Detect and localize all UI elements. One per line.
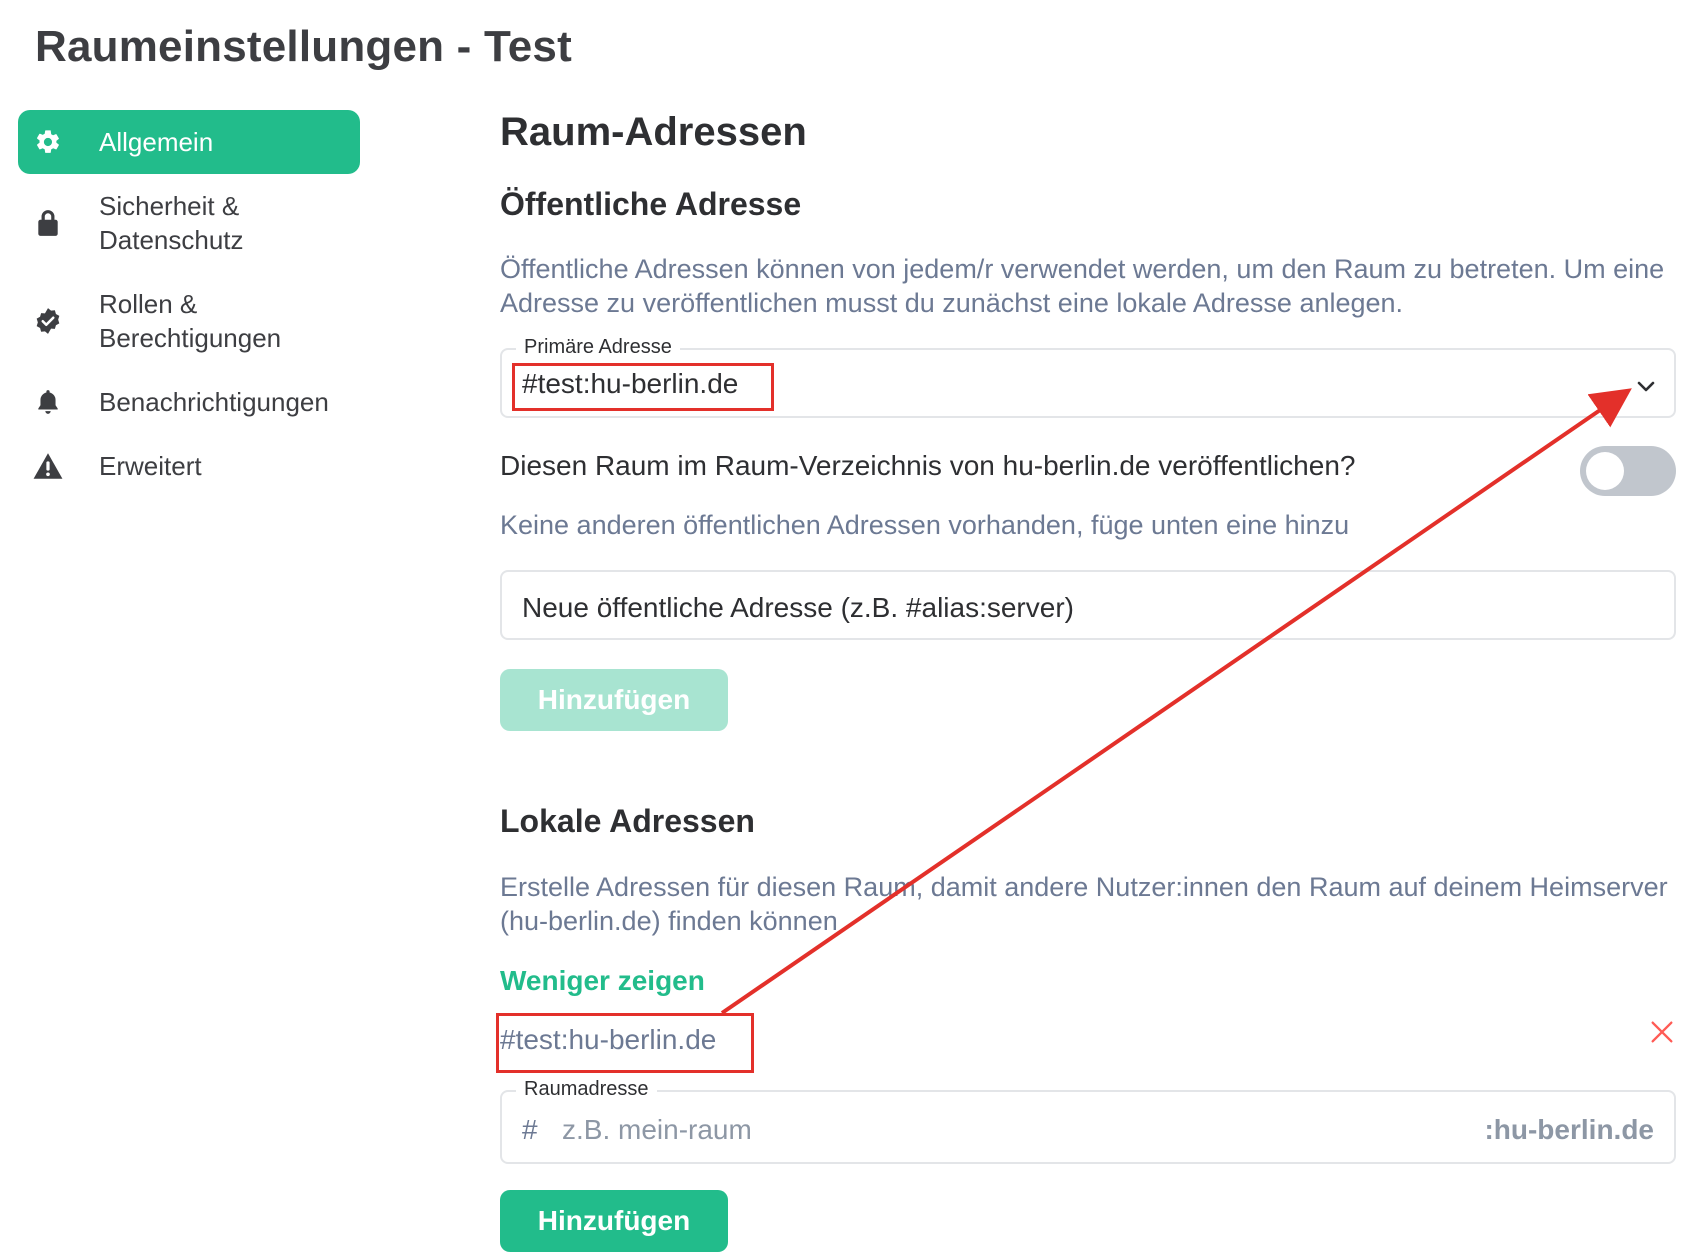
add-public-address-button[interactable]: Hinzufügen [500,669,728,731]
sidebar-item-label: Rollen & Berechtigungen [99,289,282,353]
room-address-input[interactable]: Raumadresse # z.B. mein-raum :hu-berlin.… [500,1078,1676,1164]
lock-icon [33,208,63,238]
toggle-knob [1586,452,1624,490]
bell-icon [33,387,63,417]
hash-prefix: # [522,1114,538,1145]
sidebar-item-label: Allgemein [99,127,214,157]
public-address-heading: Öffentliche Adresse [500,186,802,222]
public-address-description: Öffentliche Adressen können von jedem/r … [500,254,1665,318]
primary-address-label: Primäre Adresse [516,336,680,359]
publish-directory-toggle[interactable] [1580,446,1676,496]
sidebar-item-label: Sicherheit & Datenschutz [99,191,244,255]
gear-icon [33,127,63,157]
add-local-address-button[interactable]: Hinzufügen [500,1190,728,1252]
local-address-heading: Lokale Adressen [500,803,755,839]
publish-directory-label: Diesen Raum im Raum-Verzeichnis von hu-b… [500,450,1356,481]
local-address-description: Erstelle Adressen für diesen Raum, damit… [500,872,1668,936]
sidebar-item-notifications[interactable]: Benachrichtigungen [18,370,360,434]
new-public-address-placeholder: Neue öffentliche Adresse (z.B. #alias:se… [522,592,1074,623]
new-public-address-input[interactable]: Neue öffentliche Adresse (z.B. #alias:se… [500,570,1676,640]
sidebar-item-label: Erweitert [99,451,202,481]
primary-address-select[interactable]: Primäre Adresse #test:hu-berlin.de [500,336,1676,418]
sidebar-item-roles[interactable]: Rollen & Berechtigungen [18,272,360,370]
server-suffix: :hu-berlin.de [1484,1114,1654,1145]
sidebar-item-security[interactable]: Sicherheit & Datenschutz [18,174,360,272]
sidebar-item-label: Benachrichtigungen [99,387,329,417]
sidebar-item-advanced[interactable]: Erweitert [18,434,360,498]
sidebar-item-general[interactable]: Allgemein [18,110,360,174]
primary-address-value: #test:hu-berlin.de [522,368,739,399]
local-alias-entry: #test:hu-berlin.de [500,1024,717,1055]
warning-icon [33,451,63,481]
chevron-down-icon[interactable] [1634,374,1658,398]
badge-check-icon [33,306,63,336]
section-heading-addresses: Raum-Adressen [500,110,807,154]
show-less-link[interactable]: Weniger zeigen [500,965,705,997]
room-address-label: Raumadresse [516,1078,657,1101]
room-address-placeholder: z.B. mein-raum [562,1114,752,1145]
page-title: Raumeinstellungen - Test [35,22,572,71]
no-public-addresses-note: Keine anderen öffentlichen Adressen vorh… [500,510,1350,540]
close-icon[interactable] [1648,1018,1676,1046]
